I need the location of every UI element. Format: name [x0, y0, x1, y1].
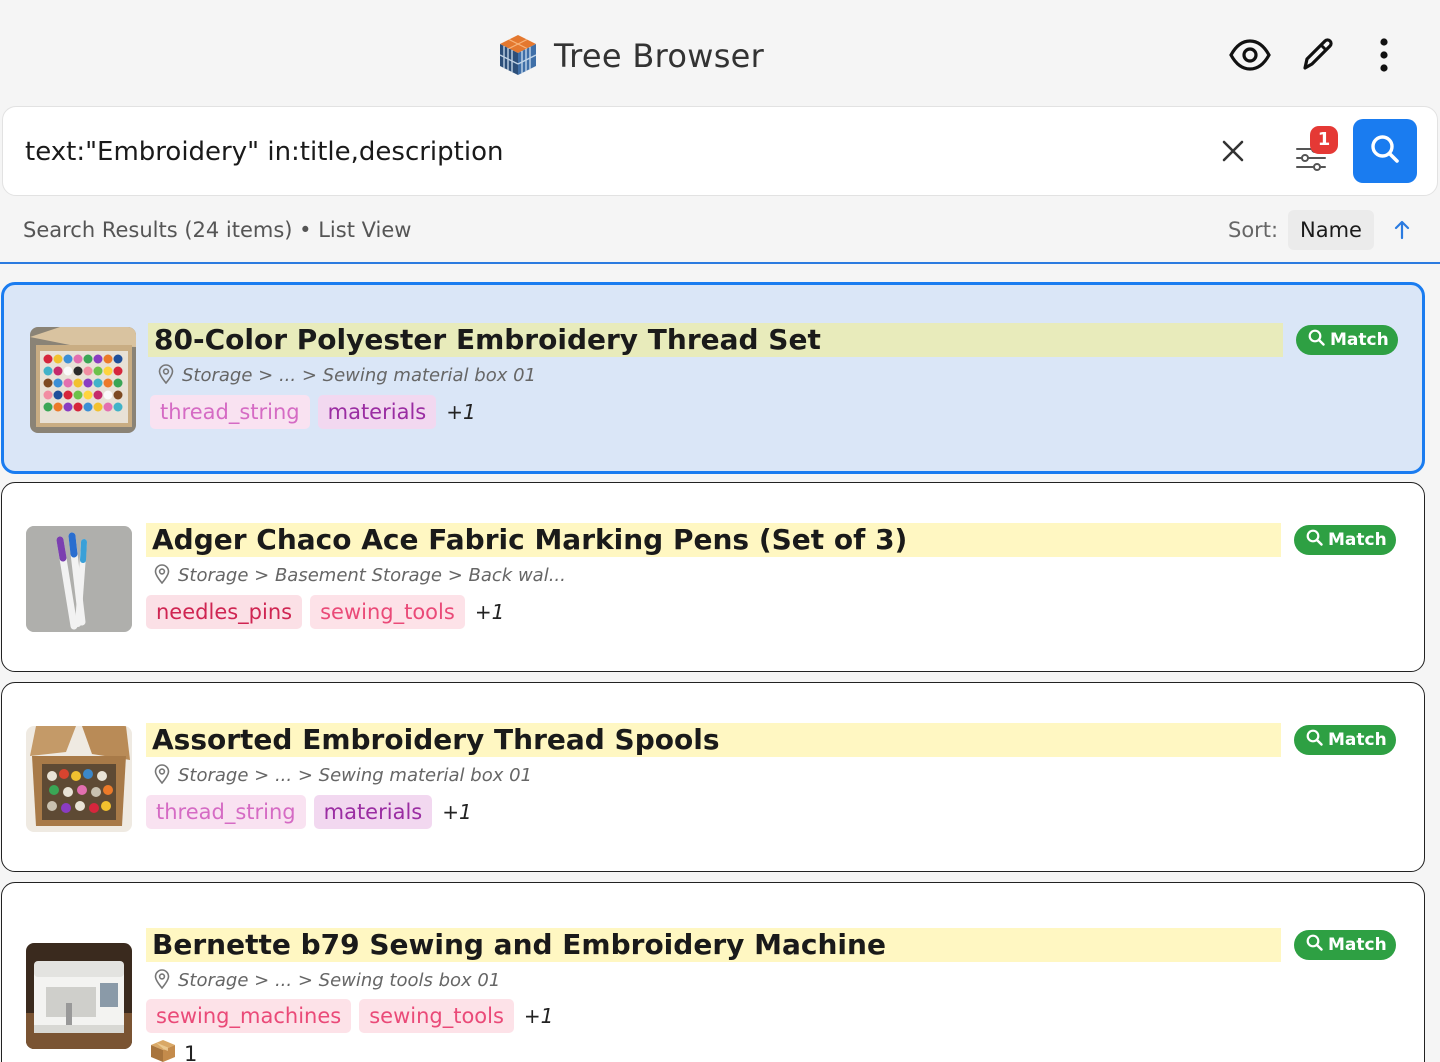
clear-search-button[interactable] [1211, 131, 1255, 175]
item-tags: thread_string materials +1 [146, 795, 472, 829]
arrow-up-icon [1390, 220, 1414, 246]
sort-field-select[interactable]: Name [1288, 210, 1374, 250]
item-location: Storage > ... > Sewing material box 01 [158, 364, 536, 391]
search-icon [1308, 329, 1330, 351]
match-badge: Match [1294, 930, 1396, 960]
match-label: Match [1328, 935, 1387, 955]
results-summary: Search Results (24 items) • List View [23, 218, 412, 242]
tag-chip[interactable]: thread_string [146, 795, 306, 829]
tag-chip[interactable]: sewing_tools [359, 999, 514, 1033]
sort-label: Sort: [1228, 218, 1279, 242]
item-title: Adger Chaco Ace Fabric Marking Pens (Set… [152, 523, 908, 556]
more-tags-count[interactable]: +1 [475, 600, 504, 624]
tag-chip[interactable]: thread_string [150, 395, 310, 429]
app-title: Tree Browser [554, 37, 765, 75]
location-pin-icon [154, 969, 170, 996]
pencil-icon [1299, 36, 1335, 74]
item-location-text: Storage > Basement Storage > Back wal... [178, 565, 566, 586]
item-thumbnail [26, 726, 132, 832]
item-title: 80-Color Polyester Embroidery Thread Set [154, 323, 821, 356]
item-location: Storage > ... > Sewing tools box 01 [154, 969, 500, 996]
item-location-text: Storage > ... > Sewing material box 01 [178, 765, 532, 786]
result-card[interactable]: 80-Color Polyester Embroidery Thread Set… [1, 282, 1425, 474]
item-title: Bernette b79 Sewing and Embroidery Machi… [152, 928, 886, 961]
match-label: Match [1330, 330, 1389, 350]
item-title-highlight: Assorted Embroidery Thread Spools [146, 723, 1281, 757]
item-title-highlight: 80-Color Polyester Embroidery Thread Set [148, 323, 1283, 357]
search-icon [1370, 134, 1400, 168]
results-toolbar: Search Results (24 items) • List View So… [0, 204, 1440, 264]
match-badge: Match [1296, 325, 1398, 355]
search-button[interactable] [1353, 119, 1417, 183]
search-icon [1306, 934, 1328, 956]
item-tags: needles_pins sewing_tools +1 [146, 595, 504, 629]
edit-button[interactable] [1293, 30, 1341, 80]
search-input[interactable] [25, 129, 1195, 175]
item-location: Storage > ... > Sewing material box 01 [154, 764, 532, 791]
tag-chip[interactable]: sewing_machines [146, 999, 352, 1033]
match-badge: Match [1294, 525, 1396, 555]
item-location-text: Storage > ... > Sewing material box 01 [182, 365, 536, 386]
item-location-text: Storage > ... > Sewing tools box 01 [178, 970, 501, 991]
match-label: Match [1328, 530, 1387, 550]
item-thumbnail [26, 943, 132, 1049]
tag-chip[interactable]: materials [313, 795, 433, 829]
item-quantity-value: 1 [184, 1041, 198, 1062]
item-thumbnail [30, 327, 136, 433]
app-header: Tree Browser [0, 0, 1440, 104]
tag-chip[interactable]: sewing_tools [310, 595, 465, 629]
tree-browser-logo-icon [498, 33, 538, 77]
match-badge: Match [1294, 725, 1396, 755]
more-tags-count[interactable]: +1 [524, 1004, 553, 1028]
result-card[interactable]: Assorted Embroidery Thread Spools Match … [1, 682, 1425, 872]
eye-icon [1229, 39, 1271, 71]
item-tags: sewing_machines sewing_tools +1 [146, 999, 553, 1033]
close-icon [1222, 140, 1244, 166]
item-location: Storage > Basement Storage > Back wal... [154, 564, 566, 591]
match-label: Match [1328, 730, 1387, 750]
location-pin-icon [158, 364, 174, 391]
search-icon [1306, 529, 1328, 551]
more-vertical-icon [1379, 38, 1389, 72]
tag-chip[interactable]: materials [317, 395, 437, 429]
more-options-button[interactable] [1360, 30, 1408, 80]
filter-count-badge: 1 [1310, 126, 1338, 154]
item-tags: thread_string materials +1 [150, 395, 476, 429]
search-bar: 1 [2, 106, 1438, 196]
item-title-highlight: Adger Chaco Ace Fabric Marking Pens (Set… [146, 523, 1281, 557]
item-title: Assorted Embroidery Thread Spools [152, 723, 720, 756]
item-quantity: 1 [150, 1039, 197, 1062]
result-card[interactable]: Adger Chaco Ace Fabric Marking Pens (Set… [1, 482, 1425, 672]
location-pin-icon [154, 764, 170, 791]
more-tags-count[interactable]: +1 [442, 800, 471, 824]
item-title-highlight: Bernette b79 Sewing and Embroidery Machi… [146, 928, 1281, 962]
tag-chip[interactable]: needles_pins [146, 595, 303, 629]
package-box-icon [150, 1039, 176, 1062]
item-thumbnail [26, 526, 132, 632]
search-icon [1306, 729, 1328, 751]
location-pin-icon [154, 564, 170, 591]
preview-toggle-button[interactable] [1226, 30, 1274, 80]
filter-button[interactable]: 1 [1287, 123, 1343, 179]
more-tags-count[interactable]: +1 [446, 400, 475, 424]
sort-direction-button[interactable] [1390, 218, 1414, 242]
result-card[interactable]: Bernette b79 Sewing and Embroidery Machi… [1, 882, 1425, 1062]
